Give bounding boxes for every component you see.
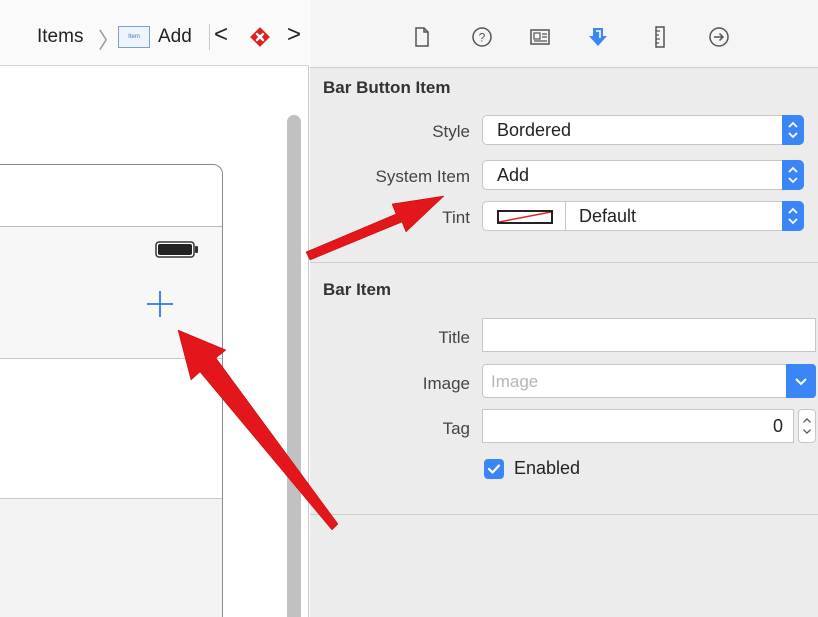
help-icon[interactable]: ? [470,25,494,49]
inspector-toolbar: ? [310,0,818,68]
issue-error-icon[interactable] [250,27,270,47]
section-divider [310,514,818,515]
breadcrumb-chevron-icon: 〉 [98,28,121,53]
tag-value: 0 [772,416,783,436]
system-item-value: Add [497,165,530,185]
tag-stepper-icon[interactable] [798,409,816,443]
popup-chevrons-icon [782,115,804,145]
image-combo[interactable]: Image [482,364,816,398]
breadcrumb-items[interactable]: Items [37,26,83,48]
view-content-lower [0,499,222,617]
navigate-forward-icon[interactable]: > [287,21,301,49]
style-label: Style [432,122,470,141]
section-title-bar-item: Bar Item [323,280,392,299]
svg-text:?: ? [479,31,486,45]
view-content [0,359,222,499]
style-popup[interactable]: Bordered [482,115,804,145]
file-icon[interactable] [410,25,434,49]
tint-swatch-icon [497,210,553,224]
navigation-bar [0,227,222,359]
inspector-pane: ? Bar Button Item Style Bordered System … [310,0,818,617]
canvas-scrollbar[interactable] [287,115,301,617]
storyboard-canvas[interactable]: Items 〉 Item Add < > [0,0,309,617]
popup-chevrons-icon [782,201,804,231]
attributes-icon[interactable] [586,25,610,49]
image-placeholder: Image [491,372,539,391]
size-icon[interactable] [648,25,672,49]
tint-popup[interactable]: Default [482,201,804,231]
device-frame [0,164,223,617]
system-item-popup[interactable]: Add [482,160,804,190]
tint-label: Tint [442,208,470,227]
tag-field[interactable]: 0 [482,409,794,443]
breadcrumb-add[interactable]: Add [158,26,192,48]
battery-icon [155,241,198,258]
popup-chevrons-icon [782,160,804,190]
system-item-label: System Item [375,167,470,186]
connections-icon[interactable] [707,25,731,49]
jumpbar-divider [209,24,210,50]
title-label: Title [438,328,471,347]
section-divider [310,262,818,263]
title-field[interactable] [482,318,816,352]
device-header [0,165,222,227]
section-title-bar-button-item: Bar Button Item [323,78,451,97]
bar-button-item-thumbnail-icon: Item [118,26,150,48]
identity-icon[interactable] [528,25,552,49]
tag-label: Tag [442,419,470,438]
jump-bar: Items 〉 Item Add < > [0,0,309,66]
style-value: Bordered [497,120,572,140]
image-label: Image [422,374,470,393]
chevron-down-icon[interactable] [786,364,816,398]
tint-value: Default [579,206,637,226]
add-bar-button-icon[interactable] [145,289,175,319]
navigate-back-icon[interactable]: < [214,21,228,49]
enabled-checkbox-icon[interactable] [484,459,504,479]
tint-divider [565,202,566,230]
enabled-label: Enabled [514,458,581,478]
